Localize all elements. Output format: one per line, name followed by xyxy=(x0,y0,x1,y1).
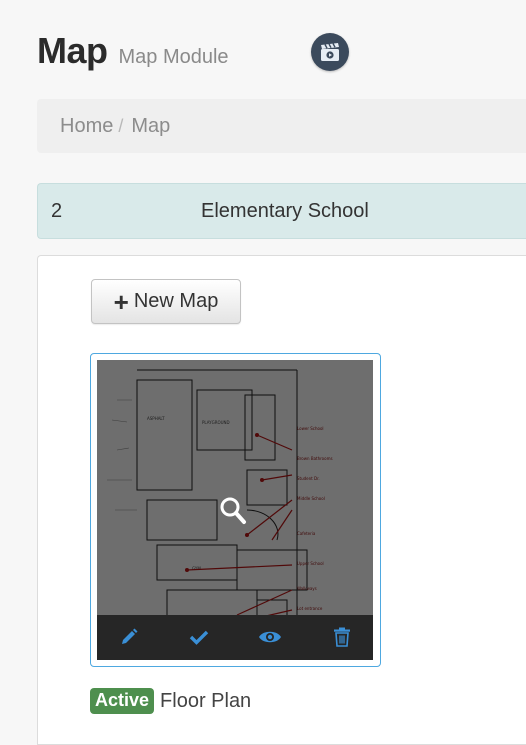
breadcrumb-home[interactable]: Home xyxy=(60,115,113,138)
pencil-icon[interactable] xyxy=(115,623,143,651)
map-name: Floor Plan xyxy=(160,689,252,712)
new-map-label: New Map xyxy=(133,290,219,312)
status-badge: Active xyxy=(90,688,155,714)
map-card-footer: Active Floor Plan xyxy=(90,688,251,714)
page-header: Map Map Module xyxy=(37,30,229,80)
check-icon[interactable] xyxy=(185,623,213,651)
video-clapper-icon[interactable] xyxy=(311,33,349,71)
breadcrumb-current: Map xyxy=(131,114,171,137)
magnifier-icon[interactable] xyxy=(219,496,247,526)
page-title: Map xyxy=(37,30,108,71)
breadcrumb-separator: / xyxy=(118,115,124,136)
plus-icon: + xyxy=(113,286,129,317)
school-info-bar: 2 Elementary School xyxy=(37,183,526,239)
page-subtitle: Map Module xyxy=(118,46,229,68)
school-name: Elementary School xyxy=(201,199,369,222)
trash-icon[interactable] xyxy=(328,623,356,651)
school-number: 2 xyxy=(51,199,63,222)
eye-icon[interactable] xyxy=(256,623,284,651)
new-map-button[interactable]: + New Map xyxy=(91,279,241,324)
breadcrumb: Home / Map xyxy=(37,99,526,153)
map-card-toolbar xyxy=(97,615,373,660)
